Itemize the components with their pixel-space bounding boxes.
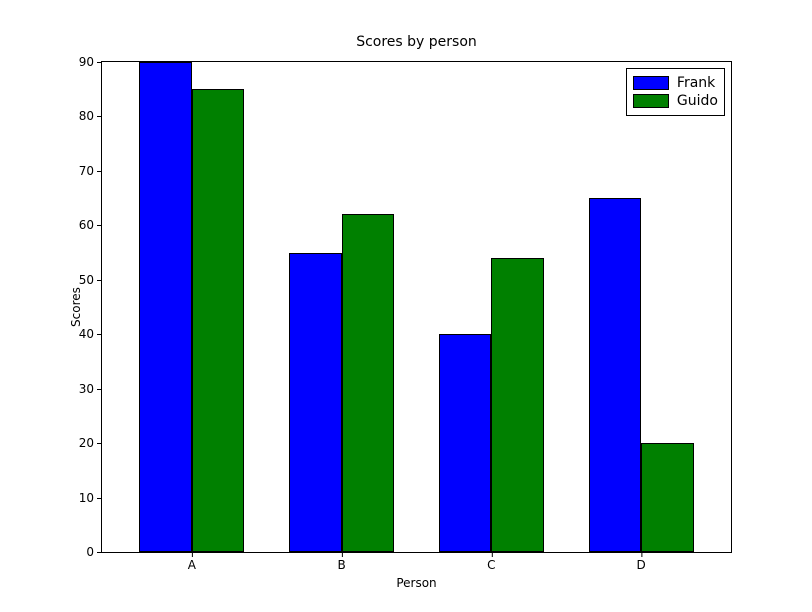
legend: Frank Guido xyxy=(626,68,725,116)
y-tick-label: 70 xyxy=(79,164,102,178)
bar-frank-A xyxy=(139,62,191,552)
y-axis-label: Scores xyxy=(69,287,83,327)
y-tick-label: 60 xyxy=(79,218,102,232)
legend-entry-frank: Frank xyxy=(633,75,718,91)
bar-guido-D xyxy=(641,443,693,552)
x-tick-label: D xyxy=(637,552,646,572)
x-tick-label: C xyxy=(487,552,495,572)
legend-label: Guido xyxy=(677,93,718,109)
y-tick-label: 40 xyxy=(79,327,102,341)
y-tick-label: 0 xyxy=(86,545,102,559)
y-tick-label: 20 xyxy=(79,436,102,450)
legend-swatch xyxy=(633,76,669,90)
bar-frank-C xyxy=(439,334,491,552)
bar-frank-D xyxy=(589,198,641,552)
y-tick-label: 90 xyxy=(79,55,102,69)
bar-guido-B xyxy=(342,214,394,552)
bar-frank-B xyxy=(289,253,341,552)
legend-swatch xyxy=(633,94,669,108)
y-tick-label: 30 xyxy=(79,382,102,396)
y-tick-label: 80 xyxy=(79,109,102,123)
x-tick-label: A xyxy=(188,552,196,572)
y-tick-label: 50 xyxy=(79,273,102,287)
legend-label: Frank xyxy=(677,75,715,91)
bar-guido-C xyxy=(491,258,543,552)
chart-axes: Scores by person Person Scores 010203040… xyxy=(101,61,732,553)
x-axis-label: Person xyxy=(396,576,436,590)
x-tick-label: B xyxy=(337,552,345,572)
y-tick-label: 10 xyxy=(79,491,102,505)
chart-title: Scores by person xyxy=(356,34,477,50)
bar-guido-A xyxy=(192,89,244,552)
chart-figure: Scores by person Person Scores 0 10 20 30 40… xyxy=(0,0,812,612)
legend-entry-guido: Guido xyxy=(633,93,718,109)
